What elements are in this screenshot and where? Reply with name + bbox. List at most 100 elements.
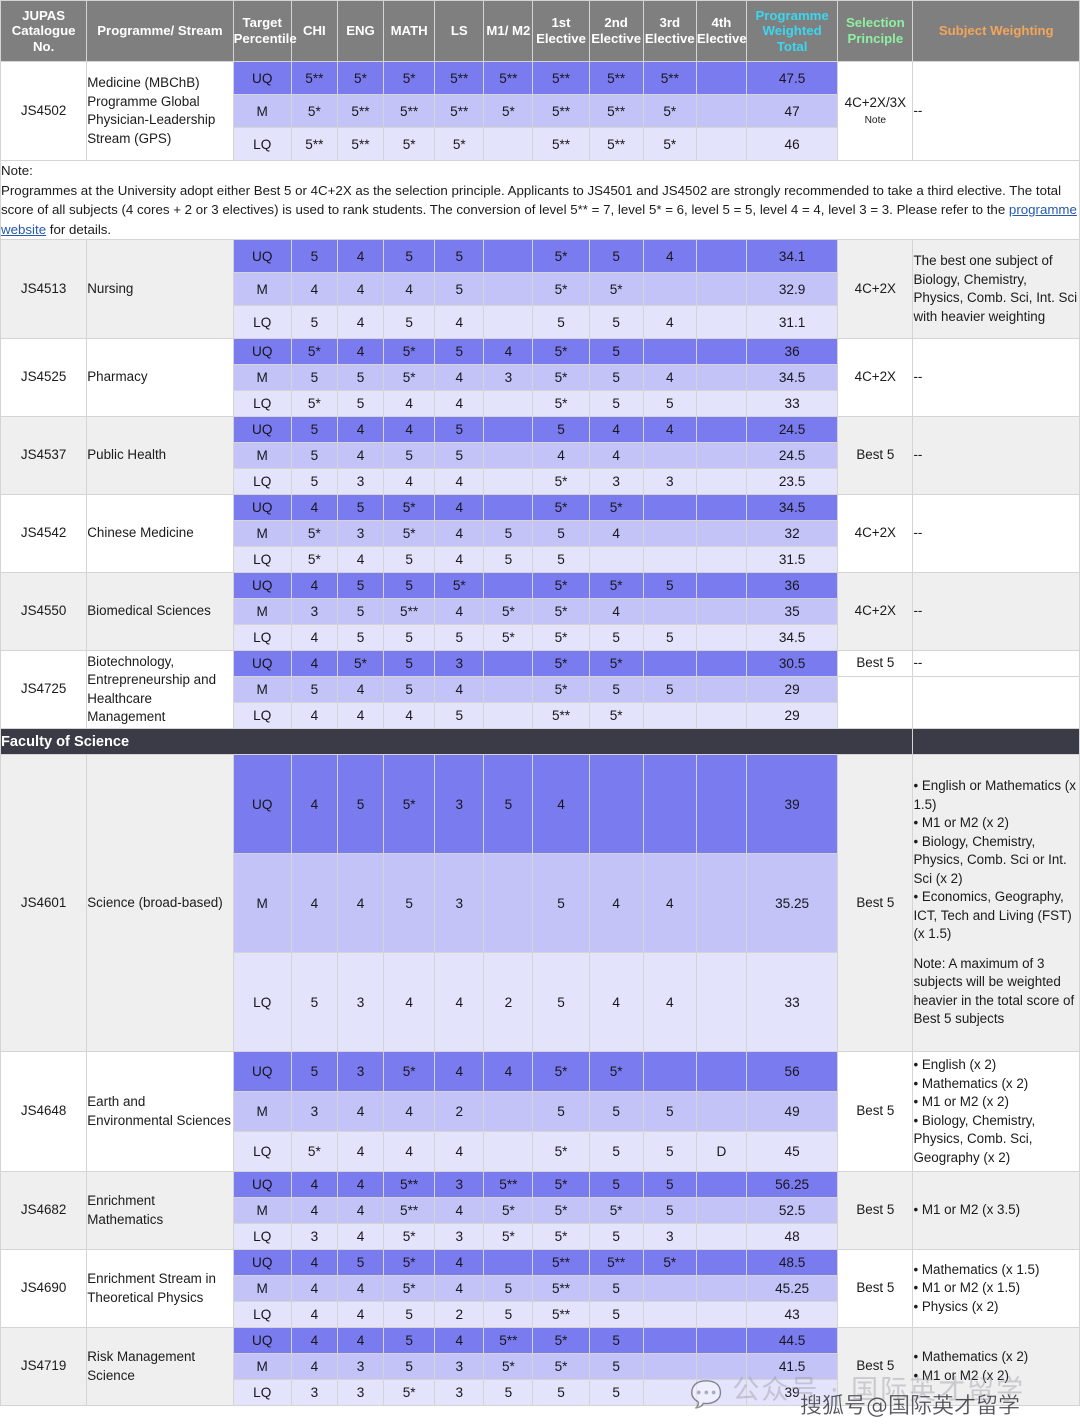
programme-weighted-total: 30.5 — [745, 650, 839, 678]
score-chi: 5** — [290, 61, 338, 95]
score-4th-elective — [695, 1379, 747, 1407]
note-label: Note: — [1, 163, 33, 178]
programme-weighted-total: 41.5 — [745, 1353, 839, 1381]
programme-weighted-total: 47.5 — [745, 61, 839, 95]
score-ls: 5 — [434, 624, 485, 652]
score-2nd-elective: 5 — [588, 1353, 644, 1381]
score-eng: 4 — [336, 272, 385, 307]
programme-weighted-total: 48.5 — [745, 1249, 839, 1277]
programme-weighted-total: 47 — [745, 94, 839, 128]
score-m1-m2 — [483, 416, 534, 444]
score-4th-elective — [695, 468, 747, 496]
score-1st-elective: 4 — [532, 754, 590, 855]
score-2nd-elective: 5* — [588, 494, 644, 522]
programme-code-cell: JS4513 — [0, 239, 88, 340]
weighting-line: • English (x 2) — [913, 1057, 997, 1073]
score-chi: 5** — [290, 127, 338, 161]
programme-weighted-total: 52.5 — [745, 1197, 839, 1225]
score-4th-elective — [695, 1353, 747, 1381]
selection-principle-label: 4C+2X — [854, 603, 896, 619]
programme-name-cell: Risk Management Science — [86, 1327, 234, 1407]
score-ls: 2 — [434, 1301, 485, 1329]
programme-weighted-total: 35.25 — [745, 853, 839, 954]
score-1st-elective: 5* — [532, 650, 590, 678]
score-3rd-elective: 4 — [642, 364, 697, 392]
target-percentile-m: M — [232, 1353, 292, 1381]
programme-weighted-total: 24.5 — [745, 442, 839, 470]
selection-principle-cell: Best 5 — [837, 1051, 914, 1173]
selection-principle-cell: Best 5 — [837, 754, 914, 1053]
weighting-line: • Biology, Chemistry, Physics, Comb. Sci… — [913, 833, 1067, 886]
score-1st-elective: 5 — [532, 305, 590, 340]
score-2nd-elective: 5* — [588, 1051, 644, 1093]
score-4th-elective — [695, 853, 747, 954]
selection-principle-label: Best 5 — [856, 894, 895, 910]
subject-weighting-cell: • Mathematics (x 1.5) • M1 or M2 (x 1.5) •… — [912, 1249, 1080, 1329]
programme-weighted-total: 43 — [745, 1301, 839, 1329]
score-chi: 5* — [290, 390, 338, 418]
score-1st-elective: 5 — [532, 520, 590, 548]
score-chi: 4 — [290, 1353, 338, 1381]
score-3rd-elective: 3 — [642, 1223, 697, 1251]
score-m1-m2 — [483, 494, 534, 522]
score-3rd-elective: 3 — [642, 468, 697, 496]
target-percentile-lq: LQ — [232, 1379, 292, 1407]
score-2nd-elective: 4 — [588, 853, 644, 954]
score-4th-elective — [695, 1327, 747, 1355]
score-2nd-elective: 5* — [588, 650, 644, 678]
score-math: 5* — [383, 1379, 436, 1407]
subject-weighting-cell: • English or Mathematics (x 1.5) • M1 or … — [912, 754, 1080, 1053]
table-row: JS4719 Risk Management Science UQ 4 4 5 4 5** 5*… — [0, 1327, 1080, 1407]
score-3rd-elective: 5 — [642, 1131, 697, 1173]
programme-name-cell: Biotechnology, Entrepreneurship and Heal… — [86, 650, 234, 730]
subject-weighting-cell: -- — [912, 572, 1080, 652]
header-4th-elective: 4th Elective — [695, 0, 747, 62]
selection-principle-cell: Best 5 — [837, 1327, 914, 1407]
table-row: JS4513 Nursing UQ 5 4 5 5 5* 5 4 34.1 4C+2X The best… — [0, 239, 1080, 340]
target-percentile-m: M — [232, 272, 292, 307]
score-4th-elective — [695, 546, 747, 574]
score-chi: 3 — [290, 1379, 338, 1407]
score-2nd-elective: 5** — [588, 127, 644, 161]
score-eng: 4 — [336, 1223, 385, 1251]
score-math: 4 — [383, 416, 436, 444]
score-3rd-elective: 5 — [642, 624, 697, 652]
programme-website-link[interactable]: programme website — [1, 202, 1077, 237]
target-percentile-lq: LQ — [232, 702, 292, 730]
score-2nd-elective — [588, 754, 644, 855]
weighting-line: Note: A maximum of 3 subjects will be we… — [913, 955, 1075, 1027]
score-math: 5 — [383, 1301, 436, 1329]
target-percentile-uq: UQ — [232, 338, 292, 366]
score-3rd-elective: 5* — [642, 1249, 697, 1277]
score-1st-elective: 5 — [532, 853, 590, 954]
selection-principle-cell: 4C+2X — [837, 338, 914, 418]
score-eng: 4 — [336, 853, 385, 954]
score-3rd-elective — [642, 272, 697, 307]
score-ls: 5* — [434, 572, 485, 600]
header-programme-stream: Programme/ Stream — [86, 0, 234, 62]
programme-weighted-total: 36 — [745, 572, 839, 600]
score-1st-elective: 5 — [532, 546, 590, 574]
score-4th-elective — [695, 520, 747, 548]
score-ls: 4 — [434, 1197, 485, 1225]
score-4th-elective — [695, 1171, 747, 1199]
score-ls: 3 — [434, 1353, 485, 1381]
weighting-line: • Mathematics (x 1.5) — [913, 1261, 1040, 1277]
score-chi: 5* — [290, 520, 338, 548]
score-3rd-elective: 5 — [642, 676, 697, 704]
score-math: 5 — [383, 239, 436, 274]
score-math: 5* — [383, 127, 436, 161]
selection-principle-label: 4C+2X — [854, 525, 896, 541]
programme-weighted-total: 48 — [745, 1223, 839, 1251]
programme-name-cell: Medicine (MBChB) Programme Global Physic… — [86, 61, 234, 161]
score-m1-m2 — [483, 1131, 534, 1173]
screenshot-root: JUPAS Catalogue No. Programme/ Stream Ta… — [0, 0, 1080, 1424]
score-eng: 3 — [336, 468, 385, 496]
score-2nd-elective: 5 — [588, 1091, 644, 1133]
score-3rd-elective: 4 — [642, 416, 697, 444]
score-1st-elective: 5** — [532, 1249, 590, 1277]
score-math: 5* — [383, 754, 436, 855]
score-chi: 3 — [290, 1223, 338, 1251]
score-m1-m2: 4 — [483, 338, 534, 366]
score-ls: 5 — [434, 272, 485, 307]
